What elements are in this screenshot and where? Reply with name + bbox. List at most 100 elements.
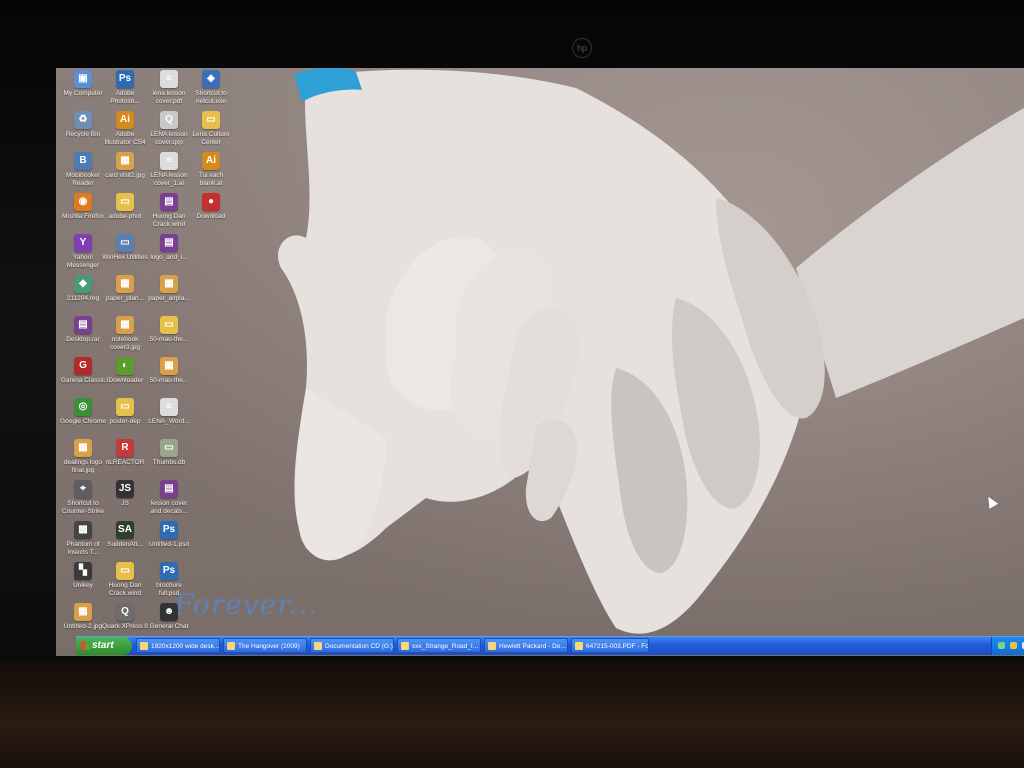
start-button[interactable]: start [76,637,132,655]
file-icon: ▦ [160,275,178,293]
desktop-icon[interactable]: ▦ paper_plan... [102,275,148,303]
desktop-icon-label: 50-mau-the... [149,377,189,384]
desktop-icon[interactable]: ◎ Google Chrome [60,398,106,426]
file-icon: ◎ [74,398,92,416]
desktop-icon-label: 50-mau-the... [149,336,189,343]
desktop-icon-label: Huong Dan Crack.wind [152,213,186,228]
desktop-icon[interactable]: ▚ Unikey [60,562,106,590]
desktop-icon[interactable]: ◈ Shortcut to netcut.exe [188,70,234,105]
desktop-icon[interactable]: ≡ LENA_Word... [146,398,192,426]
desktop-icon[interactable]: Ps brochure full.psd [146,562,192,597]
file-icon: Ai [116,111,134,129]
window-icon [314,642,322,650]
taskbar-window-button[interactable]: Documentation CD (G:) [310,638,394,653]
file-icon: ◐ [116,357,134,375]
desktop-icon[interactable]: ≡ lena lesson cover.pdf [146,70,192,105]
desktop-icon[interactable]: ▭ adobe-phot [102,193,148,221]
desktop-icon[interactable]: Ps Untitled-1.psd [146,521,192,549]
taskbar-window-button[interactable]: The Hangover (2009) [223,638,307,653]
desktop-icon-label: Mozilla Firefox [62,213,104,220]
wallpaper-caption: Forever... [174,588,319,621]
desktop-icon[interactable]: ▦ 50-mau-the... [146,357,192,385]
desktop-icon[interactable]: ▣ My Computer [60,70,106,98]
desktop-icon[interactable]: ▦ card visit2.jpg [102,152,148,180]
desktop-icon[interactable]: Ai Tui xach blank.ai [188,152,234,187]
desktop-icon[interactable]: ▭ Thumbs.db [146,439,192,467]
desktop-icon[interactable]: ⌖ Shortcut to Counter-Strike [60,480,106,515]
desktop-icon[interactable]: ♻ Recycle Bin [60,111,106,139]
desktop-icon[interactable]: ◐ IDownloader [102,357,148,385]
desktop-icon[interactable]: ▦ Untitled-2.jpg [60,603,106,631]
desktop-icon-label: WinHex Utilities [102,254,148,261]
file-icon: ● [202,193,220,211]
desktop-icon[interactable]: G Garena Classic [60,357,106,385]
desktop-icon-label: Desktop.rar [66,336,100,343]
desktop-icon[interactable]: Q LENA lesson cover.qxp [146,111,192,146]
taskbar: start 1920x1200 wide desk... The Hangover… [76,636,1024,655]
desktop-icon[interactable]: SA SuddenAtt... [102,521,148,549]
desktop-icon[interactable]: ◉ Mozilla Firefox [60,193,106,221]
file-icon: ▣ [74,70,92,88]
file-icon: ▤ [160,480,178,498]
file-icon: ▭ [160,316,178,334]
system-tray [991,637,1024,655]
desktop-icon[interactable]: ▭ Lena Culture Center [188,111,234,146]
taskbar-window-label: xxx_Strange_Road_I... [412,643,479,650]
desktop-icon[interactable]: ▤ Desktop.rar [60,316,106,344]
file-icon: ◉ [74,193,92,211]
desktop-icon-label: Tui xach blank.ai [198,172,224,187]
desktop-icon[interactable]: ▭ 50-mau-the... [146,316,192,344]
taskbar-window-button[interactable]: 1920x1200 wide desk... [136,638,220,653]
desktop-icon[interactable]: ▦ paper_airpla... [146,275,192,303]
network-icon[interactable] [998,642,1005,649]
desktop-icon[interactable]: Q Quark XPress 8 [102,603,148,631]
desktop-icon[interactable]: JS JS [102,480,148,508]
file-icon: ▭ [116,234,134,252]
file-icon: ▦ [160,357,178,375]
desktop-icon[interactable]: ☻ General Chat [146,603,192,631]
desktop-icon-label: poster-dep [109,418,141,425]
desktop-icon[interactable]: RnLREACTOR [102,439,148,467]
desktop-icon[interactable]: ▦ dealings logo final.jpg [60,439,106,474]
taskbar-window-button[interactable]: 647215-003.PDF - Fo... [571,638,649,653]
file-icon: ▭ [116,193,134,211]
desktop-icon[interactable]: ▤ logo_and_l... [146,234,192,262]
file-icon: ▦ [74,439,92,457]
desktop-icon[interactable]: ▦ notebook cover3.jpg [102,316,148,351]
desktop-icon[interactable]: ≡ LENA lesson cover_1.ai [146,152,192,187]
taskbar-window-label: Hewlett Packard - Do... [499,643,566,650]
file-icon: ▭ [202,111,220,129]
desktop-icon-label: Adobe Photosh... [110,90,140,105]
desktop-icon[interactable]: Ai Adobe Illustrator CS4 [102,111,148,146]
taskbar-window-button[interactable]: xxx_Strange_Road_I... [397,638,481,653]
desktop-icon-label: paper_plan... [106,295,144,302]
file-icon: ▤ [160,234,178,252]
desktop-screen[interactable]: Forever... ▣ My Computer Ps Adobe Photosh..… [56,68,1024,656]
desktop-icon[interactable]: ▭ Huong Dan Crack.wind [102,562,148,597]
file-icon: ♻ [74,111,92,129]
file-icon: ▭ [116,562,134,580]
desktop-icon[interactable]: ◆ 211204.reg [60,275,106,303]
file-icon: Ps [160,521,178,539]
desktop-icon[interactable]: ▤ Huong Dan Crack.wind [146,193,192,228]
taskbar-window-button[interactable]: Hewlett Packard - Do... [484,638,568,653]
desktop-icon[interactable]: ▩ Phantom of Insects T... [60,521,106,556]
desktop-icon[interactable]: B Mobibooker Reader [60,152,106,187]
desktop-icon-label: JS [121,500,129,507]
taskbar-window-label: 1920x1200 wide desk... [151,643,220,650]
desktop-icon[interactable]: ● Download [188,193,234,221]
desktop-icon-label: adobe-phot [108,213,142,220]
file-icon: ▩ [74,521,92,539]
desktop-icon-label: My Computer [63,90,103,97]
file-icon: Y [74,234,92,252]
file-icon: ▤ [160,193,178,211]
desktop-icon-label: 211204.reg [66,295,100,302]
desktop-icon-label: nLREACTOR [105,459,145,466]
desktop-icon[interactable]: ▭ WinHex Utilities [102,234,148,262]
desktop-icon[interactable]: ▤ lesson cover and decals... [146,480,192,515]
desktop-icon[interactable]: Y Yahoo! Messenger [60,234,106,269]
volume-icon[interactable] [1010,642,1017,649]
desktop-icon[interactable]: Ps Adobe Photosh... [102,70,148,105]
desktop-icon[interactable]: ▭ poster-dep [102,398,148,426]
file-icon: SA [116,521,134,539]
